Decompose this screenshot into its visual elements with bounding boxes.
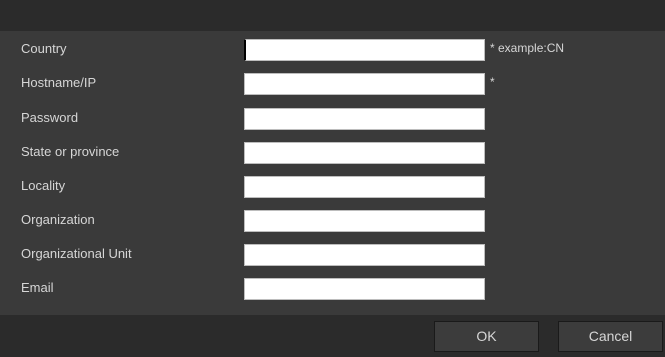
- country-row: Country * example:CN: [0, 39, 665, 63]
- state-row: State or province: [0, 142, 665, 166]
- cancel-button[interactable]: Cancel: [558, 321, 663, 352]
- locality-row: Locality: [0, 176, 665, 200]
- state-label: State or province: [21, 144, 120, 159]
- email-field[interactable]: [244, 278, 485, 300]
- organization-row: Organization: [0, 210, 665, 234]
- state-field[interactable]: [244, 142, 485, 164]
- hostname-hint: *: [490, 75, 495, 89]
- organization-field[interactable]: [244, 210, 485, 232]
- password-field[interactable]: [244, 108, 485, 130]
- certificate-form: Country * example:CN Hostname/IP * Passw…: [0, 31, 665, 315]
- dialog-title-bar[interactable]: [0, 0, 665, 31]
- country-label: Country: [21, 41, 67, 56]
- ok-button[interactable]: OK: [434, 321, 539, 352]
- dialog-footer: OK Cancel: [0, 315, 665, 357]
- password-label: Password: [21, 110, 79, 125]
- organizational-unit-row: Organizational Unit: [0, 244, 665, 268]
- hostname-label: Hostname/IP: [21, 75, 97, 90]
- country-field[interactable]: [244, 39, 485, 61]
- password-row: Password: [0, 108, 665, 132]
- hostname-row: Hostname/IP *: [0, 73, 665, 97]
- organization-label: Organization: [21, 212, 95, 227]
- organizational-unit-label: Organizational Unit: [21, 246, 132, 261]
- locality-field[interactable]: [244, 176, 485, 198]
- email-row: Email: [0, 278, 665, 302]
- organizational-unit-field[interactable]: [244, 244, 485, 266]
- locality-label: Locality: [21, 178, 66, 193]
- hostname-field[interactable]: [244, 73, 485, 95]
- certificate-dialog: Country * example:CN Hostname/IP * Passw…: [0, 0, 665, 357]
- email-label: Email: [21, 280, 54, 295]
- country-hint: * example:CN: [490, 41, 565, 55]
